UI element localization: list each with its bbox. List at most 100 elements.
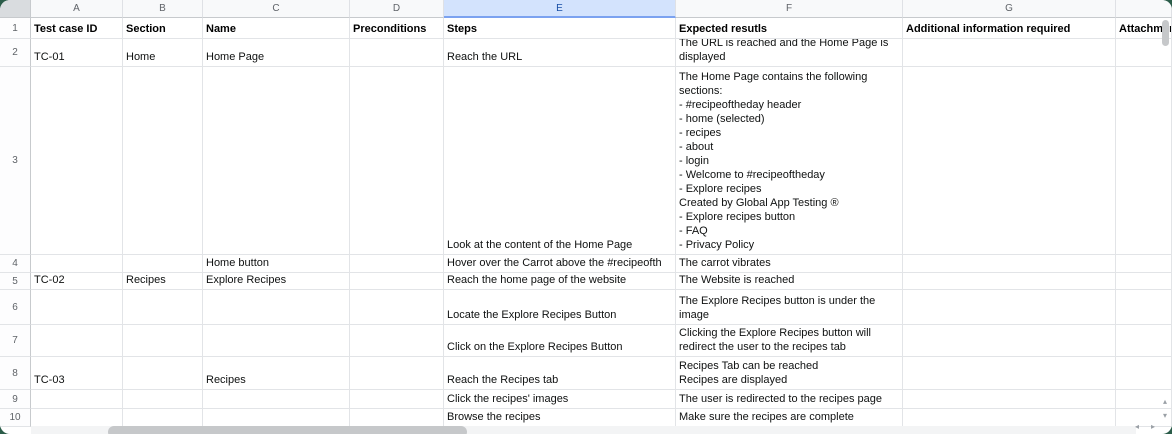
cell-G8[interactable] (903, 357, 1116, 390)
row-header-3[interactable]: 3 (0, 67, 31, 255)
cell-B7[interactable] (123, 325, 203, 357)
column-header-B[interactable]: B (123, 0, 203, 18)
scroll-down-arrow-icon[interactable]: ▾ (1160, 412, 1170, 422)
cell-E10[interactable]: Browse the recipes (444, 409, 676, 427)
cell-D5[interactable] (350, 273, 444, 290)
cell-G6[interactable] (903, 290, 1116, 325)
row-header-7[interactable]: 7 (0, 325, 31, 357)
cell-C4[interactable]: Home button (203, 255, 350, 273)
scroll-right-arrow-icon[interactable]: ▸ (1148, 423, 1158, 433)
cell-A5[interactable]: TC-02 (31, 273, 123, 290)
cell-D10[interactable] (350, 409, 444, 427)
cell-H3[interactable] (1116, 67, 1172, 255)
cell-A8[interactable]: TC-03 (31, 357, 123, 390)
cell-A3[interactable] (31, 67, 123, 255)
cell-C7[interactable] (203, 325, 350, 357)
column-header-D[interactable]: D (350, 0, 444, 18)
column-header-A[interactable]: A (31, 0, 123, 18)
cell-C6[interactable] (203, 290, 350, 325)
cell-B8[interactable] (123, 357, 203, 390)
cell-F10[interactable]: Make sure the recipes are complete (676, 409, 903, 427)
row-header-4[interactable]: 4 (0, 255, 31, 273)
cell-G7[interactable] (903, 325, 1116, 357)
cell-D8[interactable] (350, 357, 444, 390)
column-header-G[interactable]: G (903, 0, 1116, 18)
cell-A9[interactable] (31, 390, 123, 409)
cell-E3[interactable]: Look at the content of the Home Page (444, 67, 676, 255)
column-header-H[interactable] (1116, 0, 1172, 18)
cell-E2[interactable]: Reach the URL (444, 39, 676, 67)
cell-F3[interactable]: The Home Page contains the following sec… (676, 67, 903, 255)
cell-B2[interactable]: Home (123, 39, 203, 67)
column-header-C[interactable]: C (203, 0, 350, 18)
cell-C1[interactable]: Name (203, 18, 350, 39)
cell-F4[interactable]: The carrot vibrates (676, 255, 903, 273)
column-header-E[interactable]: E (444, 0, 676, 18)
row-header-2[interactable]: 2 (0, 39, 31, 67)
cell-B9[interactable] (123, 390, 203, 409)
cell-E6[interactable]: Locate the Explore Recipes Button (444, 290, 676, 325)
cell-A1[interactable]: Test case ID (31, 18, 123, 39)
horizontal-scrollbar-track[interactable] (31, 426, 1136, 434)
row-header-5[interactable]: 5 (0, 273, 31, 290)
cell-G3[interactable] (903, 67, 1116, 255)
cell-A2[interactable]: TC-01 (31, 39, 123, 67)
cell-G2[interactable] (903, 39, 1116, 67)
cell-F9[interactable]: The user is redirected to the recipes pa… (676, 390, 903, 409)
cell-D4[interactable] (350, 255, 444, 273)
cell-B5[interactable]: Recipes (123, 273, 203, 290)
cell-F5[interactable]: The Website is reached (676, 273, 903, 290)
cell-E8[interactable]: Reach the Recipes tab (444, 357, 676, 390)
cell-F2[interactable]: The URL is reached and the Home Page is … (676, 39, 903, 67)
cell-G9[interactable] (903, 390, 1116, 409)
vertical-scrollbar-thumb[interactable] (1162, 20, 1169, 46)
cell-G10[interactable] (903, 409, 1116, 427)
cell-D1[interactable]: Preconditions (350, 18, 444, 39)
cell-H7[interactable] (1116, 325, 1172, 357)
cell-F7[interactable]: Clicking the Explore Recipes button will… (676, 325, 903, 357)
cell-H6[interactable] (1116, 290, 1172, 325)
cell-C5[interactable]: Explore Recipes (203, 273, 350, 290)
cell-B10[interactable] (123, 409, 203, 427)
cell-A6[interactable] (31, 290, 123, 325)
cell-B3[interactable] (123, 67, 203, 255)
row-header-9[interactable]: 9 (0, 390, 31, 409)
cell-E9[interactable]: Click the recipes' images (444, 390, 676, 409)
horizontal-scrollbar-thumb[interactable] (108, 426, 467, 434)
cell-C2[interactable]: Home Page (203, 39, 350, 67)
select-all-corner[interactable] (0, 0, 31, 18)
cell-H8[interactable] (1116, 357, 1172, 390)
cell-F1[interactable]: Expected resutls (676, 18, 903, 39)
cell-H4[interactable] (1116, 255, 1172, 273)
cell-A4[interactable] (31, 255, 123, 273)
scroll-left-arrow-icon[interactable]: ◂ (1132, 423, 1142, 433)
cell-E4[interactable]: Hover over the Carrot above the #recipeo… (444, 255, 676, 273)
cell-B4[interactable] (123, 255, 203, 273)
cell-D2[interactable] (350, 39, 444, 67)
scroll-up-arrow-icon[interactable]: ▴ (1160, 398, 1170, 408)
row-header-10[interactable]: 10 (0, 409, 31, 427)
cell-D9[interactable] (350, 390, 444, 409)
cell-D7[interactable] (350, 325, 444, 357)
column-header-F[interactable]: F (676, 0, 903, 18)
cell-A10[interactable] (31, 409, 123, 427)
cell-G1[interactable]: Additional information required (903, 18, 1116, 39)
cell-F6[interactable]: The Explore Recipes button is under the … (676, 290, 903, 325)
row-header-6[interactable]: 6 (0, 290, 31, 325)
cell-F8[interactable]: Recipes Tab can be reached Recipes are d… (676, 357, 903, 390)
row-header-8[interactable]: 8 (0, 357, 31, 390)
cell-C8[interactable]: Recipes (203, 357, 350, 390)
row-header-1[interactable]: 1 (0, 18, 31, 39)
cell-H5[interactable] (1116, 273, 1172, 290)
cell-C3[interactable] (203, 67, 350, 255)
cell-E1[interactable]: Steps (444, 18, 676, 39)
cell-G5[interactable] (903, 273, 1116, 290)
cell-E5[interactable]: Reach the home page of the website (444, 273, 676, 290)
cell-C10[interactable] (203, 409, 350, 427)
cell-A7[interactable] (31, 325, 123, 357)
cell-G4[interactable] (903, 255, 1116, 273)
cell-D6[interactable] (350, 290, 444, 325)
cell-B1[interactable]: Section (123, 18, 203, 39)
cell-B6[interactable] (123, 290, 203, 325)
cell-C9[interactable] (203, 390, 350, 409)
